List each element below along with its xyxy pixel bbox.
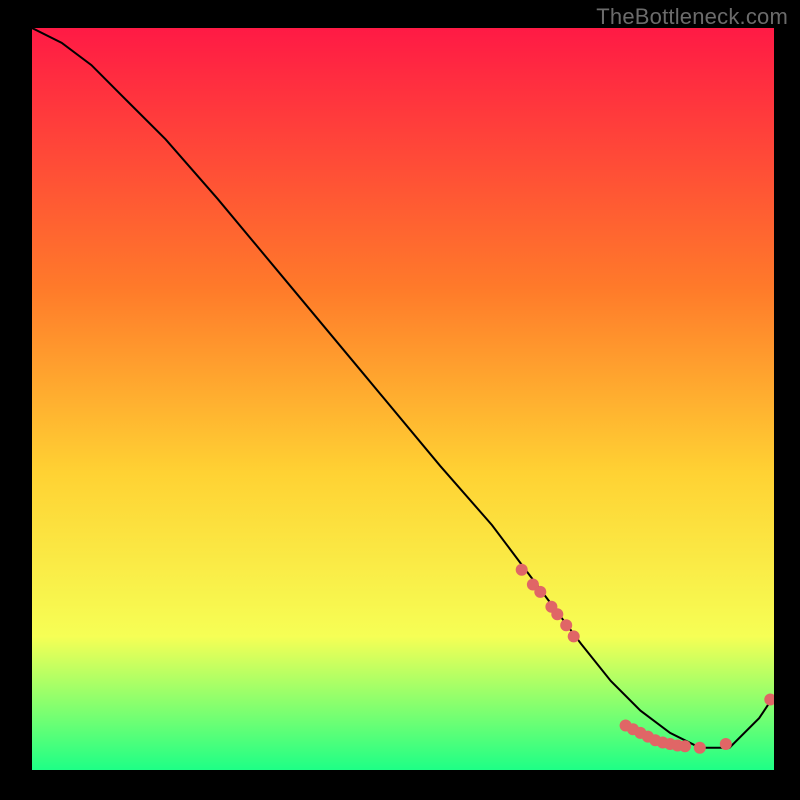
gradient-background: [32, 28, 774, 770]
data-point: [694, 742, 706, 754]
plot-svg: [32, 28, 774, 770]
chart-frame: TheBottleneck.com: [0, 0, 800, 800]
plot-area: [32, 28, 774, 770]
data-point: [551, 608, 563, 620]
data-point: [720, 738, 732, 750]
data-point: [534, 586, 546, 598]
data-point: [560, 619, 572, 631]
data-point: [516, 564, 528, 576]
watermark-text: TheBottleneck.com: [596, 4, 788, 30]
data-point: [568, 630, 580, 642]
data-point: [679, 740, 691, 752]
